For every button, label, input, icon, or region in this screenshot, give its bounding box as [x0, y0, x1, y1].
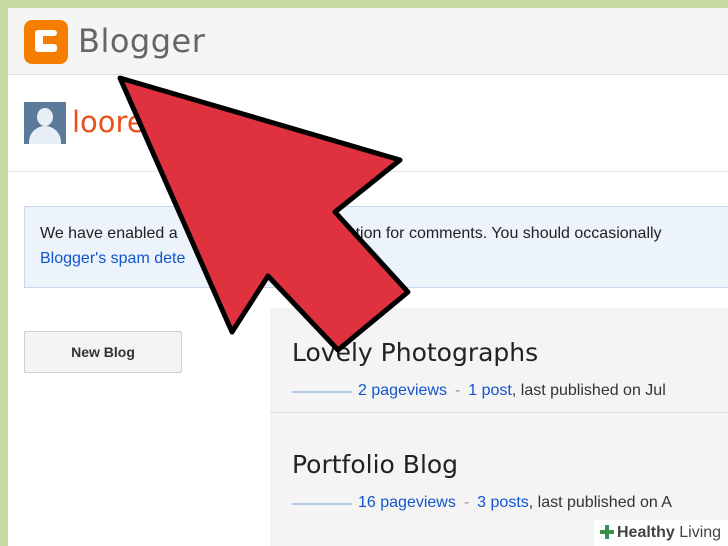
profile-username[interactable]: loore [72, 105, 145, 139]
avatar[interactable] [24, 102, 66, 144]
pageviews-link[interactable]: 2 pageviews [358, 382, 447, 399]
new-blog-button[interactable]: New Blog [24, 331, 182, 373]
blog-title[interactable]: Lovely Photographs [292, 338, 538, 367]
blog-title[interactable]: Portfolio Blog [292, 450, 458, 479]
posts-link[interactable]: 3 posts [477, 494, 529, 511]
healthy-living-watermark: Healthy Living [594, 520, 728, 546]
blogger-dashboard: Blogger loore We have enabled a ction for… [8, 8, 728, 546]
plus-icon [600, 525, 614, 539]
brand-name[interactable]: Blogger [78, 22, 205, 60]
last-published-text: , last published on Jul [511, 382, 666, 399]
top-header: Blogger [8, 8, 728, 75]
posts-link[interactable]: 1 post [468, 382, 512, 399]
blog-list: Lovely Photographs 2 pageviews -1 post, l… [270, 308, 728, 546]
profile-row: loore [8, 75, 728, 172]
spam-notice-banner: We have enabled a ction for comments. You… [24, 206, 728, 288]
pageview-sparkline [292, 500, 352, 506]
pageviews-link[interactable]: 16 pageviews [358, 494, 456, 511]
blog-stats: 2 pageviews -1 post, last published on Ju… [292, 382, 666, 400]
last-published-text: , last published on A [528, 494, 672, 511]
spam-detection-link[interactable]: Blogger's spam dete ep [40, 250, 353, 268]
blogger-logo-icon[interactable] [24, 20, 68, 64]
blog-divider [270, 412, 728, 413]
blog-stats: 16 pageviews -3 posts, last published on … [292, 494, 672, 512]
stat-separator: - [463, 494, 470, 511]
stat-separator: - [454, 382, 461, 399]
notice-text: We have enabled a ction for comments. You… [40, 225, 662, 242]
pageview-sparkline [292, 388, 352, 394]
